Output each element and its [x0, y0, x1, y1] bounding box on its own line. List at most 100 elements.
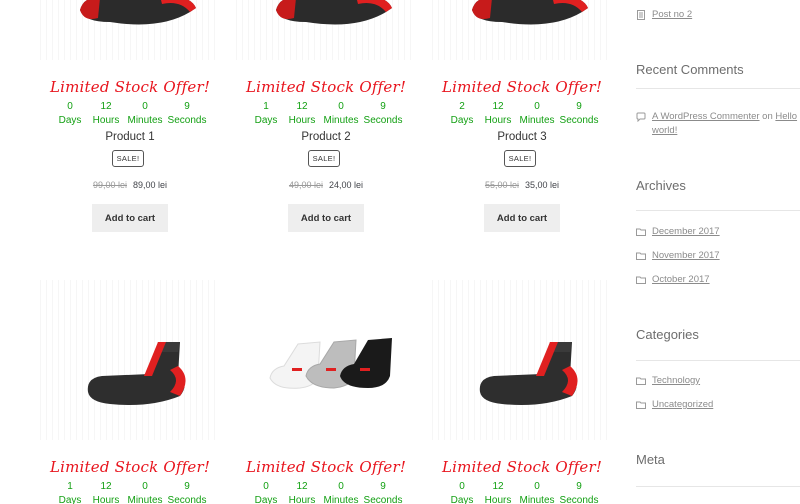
archive-link[interactable]: December 2017 [652, 226, 720, 237]
countdown-minutes: 0 Minutes [519, 101, 555, 126]
folder-icon [636, 228, 646, 236]
countdown-days: 2 Days [450, 101, 474, 126]
product-price: 55,00 lei 35,00 lei [432, 180, 612, 190]
countdown-days: 0 Days [58, 101, 82, 126]
add-to-cart-button[interactable]: Add to cart [92, 204, 168, 232]
sock-icon [80, 0, 196, 25]
limited-offer-text: Limited Stock Offer! [49, 458, 211, 476]
sale-badge: SALE! [308, 150, 340, 167]
product-card-1: Limited Stock Offer! 0 Days 12 Hours 0 Minu… [40, 0, 220, 240]
countdown-timer: 0 Days 12 Hours 0 Minutes 9 Seconds [432, 480, 612, 504]
countdown-seconds: 9 Seconds [167, 101, 207, 126]
sock-icon [276, 0, 392, 25]
countdown-seconds: 9 Seconds [363, 481, 403, 504]
archives-heading: Archives [636, 178, 686, 193]
countdown-hours: 12 Hours [92, 101, 120, 126]
recent-post-link[interactable]: Post no 2 [636, 9, 692, 20]
countdown-minutes: 0 Minutes [127, 481, 163, 504]
product-card-4: Limited Stock Offer! 1 Days 12 Hours 0 Minu… [40, 280, 220, 504]
recent-comment: A WordPress Commenter on Hello world! [636, 110, 800, 138]
countdown-minutes: 0 Minutes [323, 101, 359, 126]
folder-icon [636, 276, 646, 284]
countdown-hours: 12 Hours [288, 101, 316, 126]
category-link[interactable]: Technology [652, 375, 700, 386]
countdown-hours: 12 Hours [288, 481, 316, 504]
product-price: 49,00 lei 24,00 lei [236, 180, 416, 190]
sale-price: 35,00 lei [525, 180, 560, 190]
countdown-days: 1 Days [254, 101, 278, 126]
product-card-3: Limited Stock Offer! 2 Days 12 Hours 0 Minu… [432, 0, 612, 240]
countdown-minutes: 0 Minutes [519, 481, 555, 504]
comment-author-link[interactable]: A WordPress Commenter [652, 111, 760, 122]
countdown-hours: 12 Hours [92, 481, 120, 504]
sale-price: 89,00 lei [133, 180, 168, 190]
category-item[interactable]: Technology [636, 375, 700, 386]
limited-offer-text: Limited Stock Offer! [49, 78, 211, 96]
product-image-1[interactable] [40, 0, 220, 60]
divider [636, 486, 800, 487]
category-item[interactable]: Uncategorized [636, 399, 713, 410]
countdown-hours: 12 Hours [484, 481, 512, 504]
countdown-timer: 0 Days 12 Hours 0 Minutes 9 Seconds [40, 100, 220, 128]
product-image-2[interactable] [236, 0, 416, 60]
countdown-timer: 2 Days 12 Hours 0 Minutes 9 Seconds [432, 100, 612, 128]
countdown-seconds: 9 Seconds [559, 481, 599, 504]
product-title[interactable]: Product 2 [236, 131, 416, 143]
countdown-timer: 0 Days 12 Hours 0 Minutes 9 Seconds [236, 480, 416, 504]
product-card-6: Limited Stock Offer! 0 Days 12 Hours 0 Minu… [432, 280, 612, 504]
countdown-timer: 1 Days 12 Hours 0 Minutes 9 Seconds [40, 480, 220, 504]
limited-offer-text: Limited Stock Offer! [441, 78, 603, 96]
product-image-4[interactable] [40, 280, 220, 440]
limited-offer-text: Limited Stock Offer! [245, 458, 407, 476]
old-price: 55,00 lei [484, 180, 519, 190]
countdown-hours: 12 Hours [484, 101, 512, 126]
product-image-6[interactable] [432, 280, 612, 440]
socks-icon [269, 338, 392, 389]
product-image-5[interactable] [236, 280, 416, 440]
countdown-seconds: 9 Seconds [559, 101, 599, 126]
archive-item[interactable]: October 2017 [636, 274, 710, 285]
countdown-days: 0 Days [450, 481, 474, 504]
countdown-days: 1 Days [58, 481, 82, 504]
countdown-minutes: 0 Minutes [127, 101, 163, 126]
sale-price: 24,00 lei [329, 180, 364, 190]
categories-heading: Categories [636, 327, 699, 342]
countdown-days: 0 Days [254, 481, 278, 504]
divider [636, 88, 800, 89]
add-to-cart-button[interactable]: Add to cart [484, 204, 560, 232]
meta-heading: Meta [636, 452, 665, 467]
countdown-timer: 1 Days 12 Hours 0 Minutes 9 Seconds [236, 100, 416, 128]
folder-icon [636, 252, 646, 260]
product-image-3[interactable] [432, 0, 612, 60]
product-price: 99,00 lei 89,00 lei [40, 180, 220, 190]
product-title[interactable]: Product 1 [40, 131, 220, 143]
divider [636, 360, 800, 361]
document-icon [637, 9, 645, 20]
category-link[interactable]: Uncategorized [652, 399, 713, 410]
limited-offer-text: Limited Stock Offer! [245, 78, 407, 96]
old-price: 99,00 lei [92, 180, 127, 190]
comment-on-text: on [762, 111, 773, 122]
product-card-2: Limited Stock Offer! 1 Days 12 Hours 0 Minu… [236, 0, 416, 240]
product-title[interactable]: Product 3 [432, 131, 612, 143]
countdown-seconds: 9 Seconds [363, 101, 403, 126]
archive-item[interactable]: December 2017 [636, 226, 720, 237]
add-to-cart-button[interactable]: Add to cart [288, 204, 364, 232]
product-card-5: Limited Stock Offer! 0 Days 12 Hours 0 Minu… [236, 280, 416, 504]
recent-post-title[interactable]: Post no 2 [652, 9, 692, 20]
limited-offer-text: Limited Stock Offer! [441, 458, 603, 476]
sale-badge: SALE! [112, 150, 144, 167]
recent-comments-heading: Recent Comments [636, 62, 744, 77]
sock-icon [479, 342, 578, 405]
folder-icon [636, 401, 646, 409]
comment-icon [636, 112, 646, 122]
archive-link[interactable]: November 2017 [652, 250, 720, 261]
archive-link[interactable]: October 2017 [652, 274, 710, 285]
sale-badge: SALE! [504, 150, 536, 167]
countdown-minutes: 0 Minutes [323, 481, 359, 504]
divider [636, 210, 800, 211]
old-price: 49,00 lei [288, 180, 323, 190]
folder-icon [636, 377, 646, 385]
sock-icon [472, 0, 588, 25]
archive-item[interactable]: November 2017 [636, 250, 720, 261]
